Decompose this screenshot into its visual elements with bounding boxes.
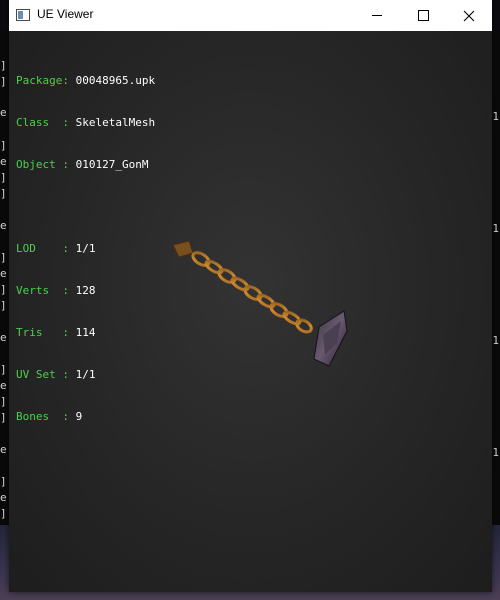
background-text: ] (0, 363, 7, 376)
background-text: ] (0, 475, 7, 488)
background-text: ] (0, 411, 7, 424)
background-text: e (0, 155, 7, 168)
info-verts: Verts : 128 (16, 284, 155, 298)
info-label: Package: (16, 74, 76, 87)
info-bones: Bones : 9 (16, 410, 155, 424)
info-tris: Tris : 114 (16, 326, 155, 340)
background-text: e (0, 219, 7, 232)
window-title: UE Viewer (37, 7, 94, 21)
info-value: 1/1 (75, 368, 96, 381)
info-value: SkeletalMesh (75, 116, 156, 129)
background-text: ] (0, 299, 7, 312)
info-label: UV Set : (16, 368, 76, 381)
title-bar[interactable]: UE Viewer (9, 0, 492, 31)
3d-viewport[interactable]: Package: 00048965.upk Class : SkeletalMe… (9, 31, 492, 592)
ue-viewer-window: UE Viewer Package: 00048965.upk Class : … (9, 0, 492, 592)
info-object: Object : 010127_GonM (16, 158, 155, 172)
minimize-button[interactable] (354, 0, 400, 31)
skeletal-mesh-chain-weapon (172, 240, 348, 367)
info-value: 1/1 (75, 242, 96, 255)
info-label: Verts : (16, 284, 76, 297)
background-text: ] (0, 251, 7, 264)
background-text: ] (0, 75, 7, 88)
info-label: Class : (16, 116, 76, 129)
background-text: ] (0, 139, 7, 152)
info-value: 010127_GonM (75, 158, 149, 171)
info-class: Class : SkeletalMesh (16, 116, 155, 130)
info-label: Tris : (16, 326, 76, 339)
close-button[interactable] (446, 0, 492, 31)
background-text: ] (0, 507, 7, 520)
background-text: ] (0, 283, 7, 296)
background-text: e (0, 443, 7, 456)
close-icon (463, 10, 475, 21)
app-window-icon[interactable] (16, 9, 30, 21)
background-text: 1 (492, 446, 499, 459)
info-label: Object : (16, 158, 76, 171)
background-text: ] (0, 59, 7, 72)
mesh-info-overlay: Package: 00048965.upk Class : SkeletalMe… (16, 46, 155, 452)
maximize-button[interactable] (400, 0, 446, 31)
minimize-icon (372, 15, 382, 16)
info-value: 128 (75, 284, 96, 297)
background-text: ] (0, 187, 7, 200)
info-value: 114 (75, 326, 96, 339)
info-package: Package: 00048965.upk (16, 74, 155, 88)
background-text: e (0, 267, 7, 280)
background-text: e (0, 379, 7, 392)
info-uvset: UV Set : 1/1 (16, 368, 155, 382)
background-text: e (0, 491, 7, 504)
background-text: 1 (492, 222, 499, 235)
background-text: e (0, 106, 7, 119)
background-window-left-edge: ] ] e ] e ] ] e ] e ] ] e ] e ] ] e ] e … (0, 30, 9, 600)
info-value: 9 (75, 410, 83, 423)
background-text: ] (0, 395, 7, 408)
info-label: LOD : (16, 242, 76, 255)
info-value: 00048965.upk (75, 74, 156, 87)
maximize-icon (417, 10, 429, 21)
background-text: ] (0, 171, 7, 184)
info-lod: LOD : 1/1 (16, 242, 155, 256)
background-text: 1 (492, 334, 499, 347)
background-text: 1 (492, 110, 499, 123)
info-label: Bones : (16, 410, 76, 423)
background-text: e (0, 331, 7, 344)
